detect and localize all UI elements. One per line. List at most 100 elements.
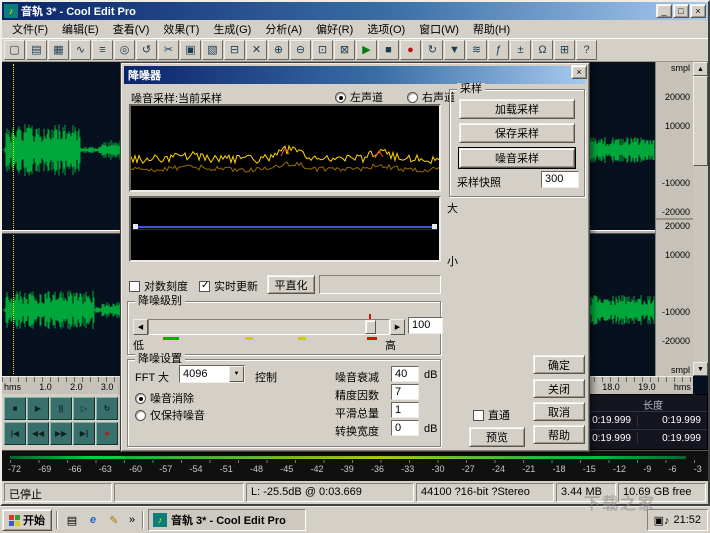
stop-button[interactable]: ■	[4, 397, 26, 420]
maximize-button[interactable]: □	[673, 4, 689, 18]
transition-input[interactable]: 0	[391, 420, 419, 436]
stop-icon[interactable]: ■	[378, 40, 399, 60]
right-channel-radio[interactable]: 右声道	[407, 89, 455, 105]
menu-item[interactable]: 效果(T)	[156, 19, 206, 39]
dialog-close-icon[interactable]: ×	[571, 65, 587, 79]
realtime-update-checkbox[interactable]: 实时更新	[199, 278, 258, 294]
cut-icon[interactable]: ✂	[158, 40, 179, 60]
rewind-button[interactable]: ◀◀	[27, 422, 49, 445]
edit-tool-icon[interactable]: ✎	[104, 510, 124, 530]
close-button[interactable]: ×	[690, 4, 706, 18]
save-file-icon[interactable]: ▦	[48, 40, 69, 60]
menu-item[interactable]: 编辑(E)	[55, 19, 106, 39]
attenuation-input[interactable]: 40	[391, 366, 419, 382]
amplify-icon[interactable]: ±	[510, 40, 531, 60]
minimize-button[interactable]: _	[656, 4, 672, 18]
get-noise-sample-button[interactable]: 噪音采样	[459, 148, 575, 168]
menu-item[interactable]: 分析(A)	[258, 19, 309, 39]
paste-icon[interactable]: ▧	[202, 40, 223, 60]
fast-forward-button[interactable]: ▶▶	[50, 422, 72, 445]
pause-button[interactable]: ||	[50, 397, 72, 420]
play-looped-button[interactable]: ↻	[96, 397, 118, 420]
dialog-titlebar[interactable]: 降噪器	[124, 66, 586, 84]
zoom-in-icon[interactable]: ⊕	[268, 40, 289, 60]
keep-noise-radio[interactable]: 仅保持噪音	[135, 407, 205, 423]
go-to-start-button[interactable]: |◀	[4, 422, 26, 445]
desktop-icon[interactable]: ▤	[62, 510, 82, 530]
playback-cursor[interactable]	[13, 64, 14, 374]
menu-item[interactable]: 文件(F)	[5, 19, 55, 39]
quick-launch-expand-icon[interactable]: »	[126, 510, 138, 530]
noise-floor-graph[interactable]	[129, 196, 441, 262]
log-scale-checkbox[interactable]: 对数刻度	[129, 278, 188, 294]
scrollbar-thumb[interactable]	[693, 76, 708, 166]
zoom-selection-icon[interactable]: ⊡	[312, 40, 333, 60]
amplitude-ruler[interactable]: smpl2000010000-10000-20000 2000010000-10…	[655, 62, 693, 376]
noise-level-slider[interactable]: ◀ ▶	[133, 319, 405, 335]
scrollbar-track[interactable]	[693, 166, 708, 362]
zoom-full-icon[interactable]: ⊠	[334, 40, 355, 60]
delete-icon[interactable]: ✕	[246, 40, 267, 60]
record-icon[interactable]: ●	[400, 40, 421, 60]
settings-icon[interactable]: ⊞	[554, 40, 575, 60]
graph-handle-left[interactable]	[133, 224, 138, 229]
ie-icon[interactable]: e	[83, 510, 103, 530]
edit-view-icon[interactable]: ∿	[70, 40, 91, 60]
play-icon[interactable]: ▶	[356, 40, 377, 60]
copy-icon[interactable]: ▣	[180, 40, 201, 60]
slider-right-icon[interactable]: ▶	[390, 319, 405, 335]
slider-thumb[interactable]	[365, 320, 376, 334]
trim-icon[interactable]: ⊟	[224, 40, 245, 60]
menu-item[interactable]: 选项(O)	[360, 19, 412, 39]
play-to-end-button[interactable]: ▷	[73, 397, 95, 420]
scanner-icon[interactable]: ▣	[654, 515, 664, 527]
remove-noise-radio[interactable]: 噪音消除	[135, 390, 194, 406]
scroll-up-icon[interactable]: ▲	[693, 62, 708, 76]
vertical-scrollbar[interactable]: ▲ ▼	[693, 62, 708, 376]
flatten-button[interactable]: 平直化	[267, 275, 315, 294]
record-button[interactable]: ●	[96, 422, 118, 445]
marker-icon[interactable]: ▼	[444, 40, 465, 60]
level-input[interactable]: 100	[408, 317, 443, 334]
smoothing-input[interactable]: 1	[391, 402, 419, 418]
task-button-cool-edit[interactable]: ♪ 音轨 3* - Cool Edit Pro	[148, 509, 306, 531]
graph-handle-right[interactable]	[432, 224, 437, 229]
snapshot-input[interactable]: 300	[541, 171, 579, 188]
cd-player-icon[interactable]: ◎	[114, 40, 135, 60]
new-file-icon[interactable]: ▢	[4, 40, 25, 60]
scroll-down-icon[interactable]: ▼	[693, 362, 708, 376]
menu-item[interactable]: 偏好(R)	[309, 19, 360, 39]
slider-left-icon[interactable]: ◀	[133, 319, 148, 335]
help-button[interactable]: 帮助	[533, 425, 585, 444]
preview-button[interactable]: 预览	[469, 427, 525, 447]
go-to-end-button[interactable]: ▶|	[73, 422, 95, 445]
cancel-button[interactable]: 取消	[533, 402, 585, 421]
help-icon[interactable]: ?	[576, 40, 597, 60]
ok-button[interactable]: 确定	[533, 355, 585, 374]
play-button[interactable]: ▶	[27, 397, 49, 420]
spectral-view-icon[interactable]: ≋	[466, 40, 487, 60]
zoom-out-icon[interactable]: ⊖	[290, 40, 311, 60]
bypass-checkbox[interactable]: 直通	[473, 407, 510, 423]
noise-floor-line[interactable]	[133, 226, 437, 228]
menu-item[interactable]: 生成(G)	[206, 19, 258, 39]
dropdown-arrow-icon[interactable]: ▼	[229, 366, 244, 382]
menu-item[interactable]: 窗口(W)	[412, 19, 466, 39]
start-button[interactable]: 开始	[2, 509, 52, 531]
fft-size-dropdown[interactable]: 4096 ▼	[179, 365, 245, 383]
menu-item[interactable]: 帮助(H)	[466, 19, 517, 39]
filter-icon[interactable]: Ω	[532, 40, 553, 60]
save-sample-button[interactable]: 保存采样	[459, 123, 575, 143]
close-dialog-button[interactable]: 关闭	[533, 379, 585, 398]
open-file-icon[interactable]: ▤	[26, 40, 47, 60]
menu-item[interactable]: 查看(V)	[106, 19, 157, 39]
precision-input[interactable]: 7	[391, 384, 419, 400]
undo-icon[interactable]: ↺	[136, 40, 157, 60]
slider-track[interactable]	[148, 319, 390, 335]
multitrack-view-icon[interactable]: ≡	[92, 40, 113, 60]
volume-icon[interactable]: ♪	[664, 515, 670, 527]
effects-icon[interactable]: ƒ	[488, 40, 509, 60]
left-channel-radio[interactable]: 左声道	[335, 89, 383, 105]
load-sample-button[interactable]: 加载采样	[459, 99, 575, 119]
loop-icon[interactable]: ↻	[422, 40, 443, 60]
